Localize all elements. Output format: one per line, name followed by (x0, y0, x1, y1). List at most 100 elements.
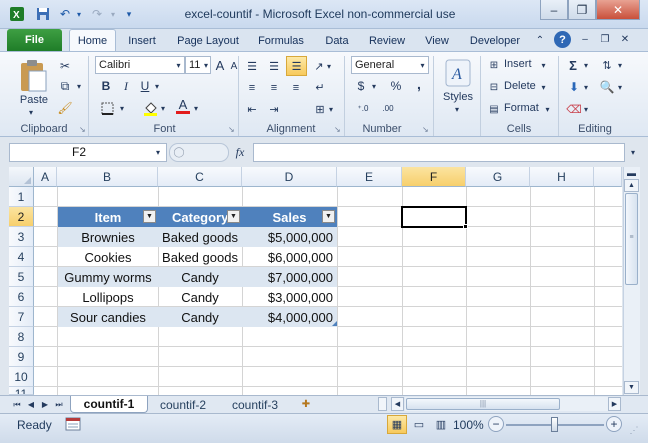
save-icon[interactable] (34, 5, 52, 23)
table-header-item[interactable]: Item ▼ (58, 207, 158, 227)
cut-icon[interactable]: ✂ (56, 58, 74, 74)
row-header-2[interactable]: 2 (9, 207, 34, 227)
autosum-dropdown-icon[interactable]: ▾ (582, 57, 590, 73)
center-icon[interactable]: ≡ (264, 79, 284, 97)
find-select-dropdown-icon[interactable]: ▾ (616, 79, 624, 95)
fill-color-dropdown-icon[interactable]: ▾ (159, 100, 167, 116)
row-header-4[interactable]: 4 (9, 247, 34, 267)
name-box[interactable] (9, 143, 167, 162)
scroll-up-button[interactable]: ▲ (624, 179, 639, 192)
table-cell[interactable]: $5,000,000 (242, 227, 337, 247)
format-cells-button[interactable]: Format (504, 102, 539, 114)
workbook-close-icon[interactable]: ✕ (618, 32, 632, 46)
row-header-7[interactable]: 7 (9, 307, 34, 327)
fill-down-icon[interactable]: ⬇ (566, 79, 582, 95)
table-cell[interactable]: Candy (158, 307, 242, 327)
excel-logo-icon[interactable]: X (8, 5, 26, 23)
increase-decimal-icon[interactable]: ⁺.0 (353, 100, 373, 116)
tab-home[interactable]: Home (69, 29, 116, 52)
borders-icon[interactable] (99, 100, 115, 116)
column-header-e[interactable]: E (337, 167, 402, 187)
sheet-tab-countif-2[interactable]: countif-2 (148, 396, 218, 413)
row-header-9[interactable]: 9 (9, 347, 34, 367)
tab-file[interactable]: File (7, 29, 62, 51)
wrap-text-icon[interactable]: ↵ (311, 78, 329, 96)
comma-style-button[interactable]: , (412, 76, 426, 92)
decrease-decimal-icon[interactable]: .00 (378, 100, 398, 116)
row-header-8[interactable]: 8 (9, 327, 34, 347)
customize-quick-access-icon[interactable]: ▾ (120, 5, 138, 23)
formula-input[interactable] (253, 143, 625, 162)
table-cell[interactable]: Baked goods (158, 247, 242, 267)
tab-view[interactable]: View (418, 29, 456, 52)
row-header-1[interactable]: 1 (9, 187, 34, 207)
tab-split-handle[interactable] (378, 397, 387, 411)
orientation-dropdown-icon[interactable]: ▾ (325, 57, 333, 75)
styles-icon[interactable]: A (444, 58, 472, 88)
table-cell[interactable]: Gummy worms (58, 267, 158, 287)
format-painter-icon[interactable]: 🖌 (56, 100, 74, 116)
alignment-dialog-launcher-icon[interactable]: ↘ (334, 125, 341, 134)
table-header-category[interactable]: Category ▼ (158, 207, 242, 227)
decrease-indent-icon[interactable]: ⇤ (242, 100, 262, 118)
copy-icon[interactable]: ⧉ (56, 78, 74, 94)
column-header-h[interactable]: H (530, 167, 594, 187)
next-sheet-icon[interactable]: ▶ (39, 398, 51, 411)
number-format-dropdown-icon[interactable]: ▾ (417, 57, 428, 73)
copy-dropdown-icon[interactable]: ▾ (75, 78, 83, 94)
merge-dropdown-icon[interactable]: ▾ (327, 100, 335, 118)
active-cell-f2[interactable] (401, 206, 467, 228)
minimize-ribbon-icon[interactable]: ⌃ (533, 32, 547, 48)
top-align-icon[interactable]: ☰ (242, 57, 262, 75)
normal-view-icon[interactable]: ▦ (387, 415, 407, 434)
filter-dropdown-icon[interactable]: ▼ (322, 210, 335, 223)
workbook-restore-icon[interactable]: ❐ (598, 32, 612, 46)
table-cell[interactable]: Candy (158, 287, 242, 307)
sheet-tab-countif-3[interactable]: countif-3 (220, 396, 290, 413)
format-cells-icon[interactable]: ▤ (486, 101, 502, 117)
table-cell[interactable]: $6,000,000 (242, 247, 337, 267)
font-dialog-launcher-icon[interactable]: ↘ (228, 125, 235, 134)
table-resize-handle-icon[interactable] (332, 321, 337, 326)
column-header-c[interactable]: C (158, 167, 242, 187)
row-header-6[interactable]: 6 (9, 287, 34, 307)
italic-button[interactable]: I (119, 78, 133, 94)
row-header-3[interactable]: 3 (9, 227, 34, 247)
tab-formulas[interactable]: Formulas (252, 29, 310, 52)
delete-dropdown-icon[interactable]: ▾ (539, 79, 548, 95)
font-color-dropdown-icon[interactable]: ▾ (192, 100, 200, 116)
paste-dropdown-icon[interactable]: ▾ (26, 107, 36, 117)
tab-insert[interactable]: Insert (120, 29, 164, 52)
workbook-minimize-icon[interactable]: – (578, 32, 592, 46)
insert-dropdown-icon[interactable]: ▾ (539, 57, 548, 73)
table-cell[interactable]: Candy (158, 267, 242, 287)
clipboard-dialog-launcher-icon[interactable]: ↘ (79, 125, 86, 134)
percent-button[interactable]: % (388, 78, 404, 94)
fill-color-icon[interactable] (142, 99, 158, 117)
zoom-out-button[interactable]: − (488, 416, 504, 432)
row-header-5[interactable]: 5 (9, 267, 34, 287)
fill-dropdown-icon[interactable]: ▾ (582, 79, 590, 95)
grow-font-icon[interactable]: A (214, 57, 226, 73)
align-left-icon[interactable]: ≡ (242, 79, 262, 97)
table-cell[interactable]: $7,000,000 (242, 267, 337, 287)
align-right-icon[interactable]: ≡ (286, 79, 306, 97)
number-dialog-launcher-icon[interactable]: ↘ (422, 125, 429, 134)
tab-developer[interactable]: Developer (464, 29, 526, 52)
expand-formula-bar-icon[interactable]: ▾ (627, 145, 639, 159)
delete-cells-icon[interactable]: ⊟ (486, 79, 502, 95)
styles-button-label[interactable]: Styles (438, 91, 478, 103)
column-header-d[interactable]: D (242, 167, 337, 187)
sort-filter-dropdown-icon[interactable]: ▾ (616, 57, 624, 73)
filter-dropdown-icon[interactable]: ▼ (227, 210, 240, 223)
name-box-dropdown-icon[interactable]: ▾ (152, 144, 164, 160)
column-header-partial[interactable] (594, 167, 622, 187)
table-header-sales[interactable]: Sales ▼ (242, 207, 337, 227)
table-cell[interactable]: Cookies (58, 247, 158, 267)
scroll-down-button[interactable]: ▼ (624, 381, 639, 394)
zoom-slider-thumb[interactable] (551, 417, 558, 432)
tab-data[interactable]: Data (318, 29, 356, 52)
undo-dropdown-icon[interactable]: ▾ (70, 5, 88, 23)
minimize-button[interactable]: – (540, 0, 568, 20)
clear-dropdown-icon[interactable]: ▾ (582, 101, 590, 117)
